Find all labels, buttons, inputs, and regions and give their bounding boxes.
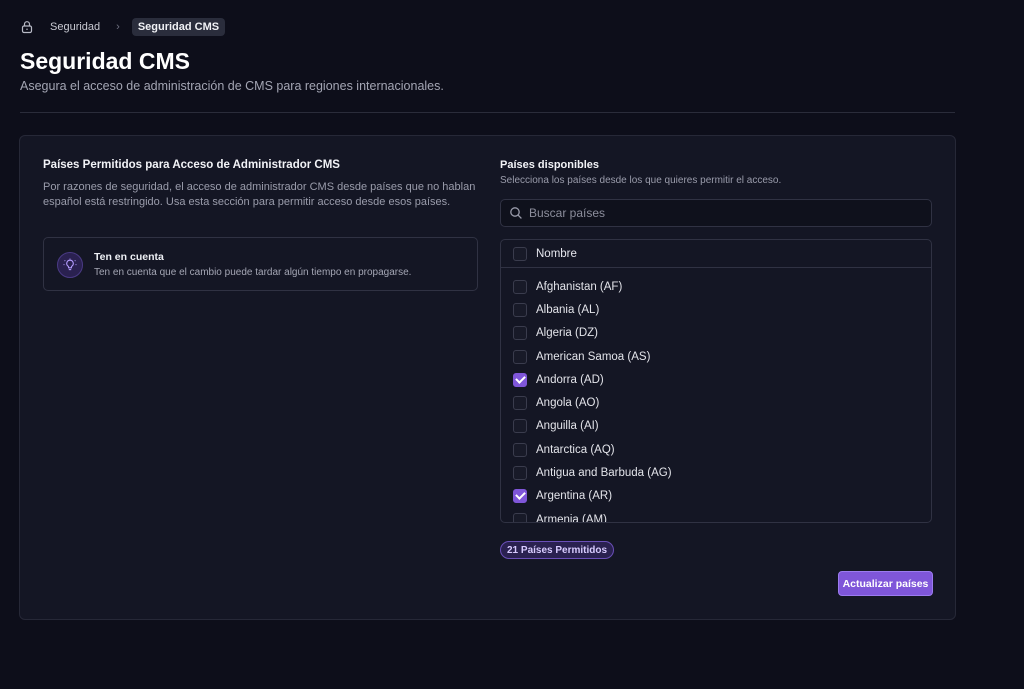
breadcrumb: Seguridad › Seguridad CMS bbox=[20, 17, 226, 37]
country-checkbox[interactable] bbox=[513, 442, 527, 457]
search-box[interactable] bbox=[500, 199, 932, 227]
list-item[interactable]: Algeria (DZ) bbox=[501, 322, 931, 345]
list-header: Nombre bbox=[501, 240, 931, 268]
country-checkbox[interactable] bbox=[513, 326, 527, 341]
list-item[interactable]: Andorra (AD) bbox=[501, 368, 931, 391]
country-label: Andorra (AD) bbox=[536, 373, 604, 386]
select-all-checkbox[interactable] bbox=[513, 246, 527, 261]
update-countries-button[interactable]: Actualizar países bbox=[838, 571, 933, 596]
list-item[interactable]: Angola (AO) bbox=[501, 391, 931, 414]
chevron-right-icon: › bbox=[116, 21, 120, 33]
breadcrumb-item-seguridad[interactable]: Seguridad bbox=[50, 21, 100, 33]
section-title: Países Permitidos para Acceso de Adminis… bbox=[43, 159, 340, 171]
countries-subtitle: Selecciona los países desde los que quie… bbox=[500, 175, 782, 186]
notice-text: Ten en cuenta que el cambio puede tardar… bbox=[94, 267, 412, 278]
country-label: Algeria (DZ) bbox=[536, 327, 598, 340]
country-label: Anguilla (AI) bbox=[536, 420, 599, 433]
column-header-nombre: Nombre bbox=[536, 247, 577, 260]
info-column: Países Permitidos para Acceso de Adminis… bbox=[43, 159, 478, 210]
country-checkbox[interactable] bbox=[513, 512, 527, 522]
list-item[interactable]: Antarctica (AQ) bbox=[501, 438, 931, 461]
list-item[interactable]: American Samoa (AS) bbox=[501, 345, 931, 368]
list-item[interactable]: Antigua and Barbuda (AG) bbox=[501, 461, 931, 484]
countries-list[interactable]: Nombre Afghanistan (AF) Albania (AL) Alg… bbox=[500, 239, 932, 523]
country-checkbox[interactable] bbox=[513, 279, 527, 294]
country-label: Antarctica (AQ) bbox=[536, 443, 615, 456]
country-label: Angola (AO) bbox=[536, 397, 600, 410]
header-divider bbox=[20, 112, 955, 113]
allowed-count-badge: 21 Países Permitidos bbox=[500, 541, 615, 559]
search-input[interactable] bbox=[529, 206, 909, 220]
page: Seguridad › Seguridad CMS Seguridad CMS … bbox=[0, 0, 1024, 689]
section-description: Por razones de seguridad, el acceso de a… bbox=[43, 181, 476, 208]
country-checkbox[interactable] bbox=[513, 466, 527, 481]
list-item[interactable]: Argentina (AR) bbox=[501, 485, 931, 508]
country-label: Afghanistan (AF) bbox=[536, 280, 623, 293]
lock-icon bbox=[20, 20, 34, 34]
country-label: Argentina (AR) bbox=[536, 490, 613, 503]
search-icon bbox=[509, 206, 523, 220]
lightbulb-icon bbox=[57, 252, 83, 278]
allowed-countries-card: Países Permitidos para Acceso de Adminis… bbox=[19, 135, 956, 620]
country-checkbox[interactable] bbox=[513, 302, 527, 317]
countries-title: Países disponibles bbox=[500, 159, 600, 171]
page-subtitle: Asegura el acceso de administración de C… bbox=[20, 79, 444, 93]
country-checkbox[interactable] bbox=[513, 419, 527, 434]
list-item[interactable]: Anguilla (AI) bbox=[501, 415, 931, 438]
country-label: American Samoa (AS) bbox=[536, 350, 651, 363]
list-rows: Afghanistan (AF) Albania (AL) Algeria (D… bbox=[501, 268, 931, 523]
notice-box: Ten en cuenta Ten en cuenta que el cambi… bbox=[43, 237, 478, 291]
page-title: Seguridad CMS bbox=[20, 48, 190, 74]
country-label: Antigua and Barbuda (AG) bbox=[536, 467, 672, 480]
list-item[interactable]: Afghanistan (AF) bbox=[501, 275, 931, 298]
list-item[interactable]: Armenia (AM) bbox=[501, 508, 931, 523]
country-checkbox[interactable] bbox=[513, 349, 527, 364]
list-item[interactable]: Albania (AL) bbox=[501, 298, 931, 321]
country-checkbox[interactable] bbox=[513, 372, 527, 387]
notice-title: Ten en cuenta bbox=[94, 251, 164, 263]
breadcrumb-item-current: Seguridad CMS bbox=[131, 18, 226, 36]
country-checkbox[interactable] bbox=[513, 489, 527, 504]
countries-column: Países disponibles Selecciona los países… bbox=[500, 159, 932, 186]
country-checkbox[interactable] bbox=[513, 396, 527, 411]
country-label: Armenia (AM) bbox=[536, 513, 607, 523]
country-label: Albania (AL) bbox=[536, 303, 600, 316]
